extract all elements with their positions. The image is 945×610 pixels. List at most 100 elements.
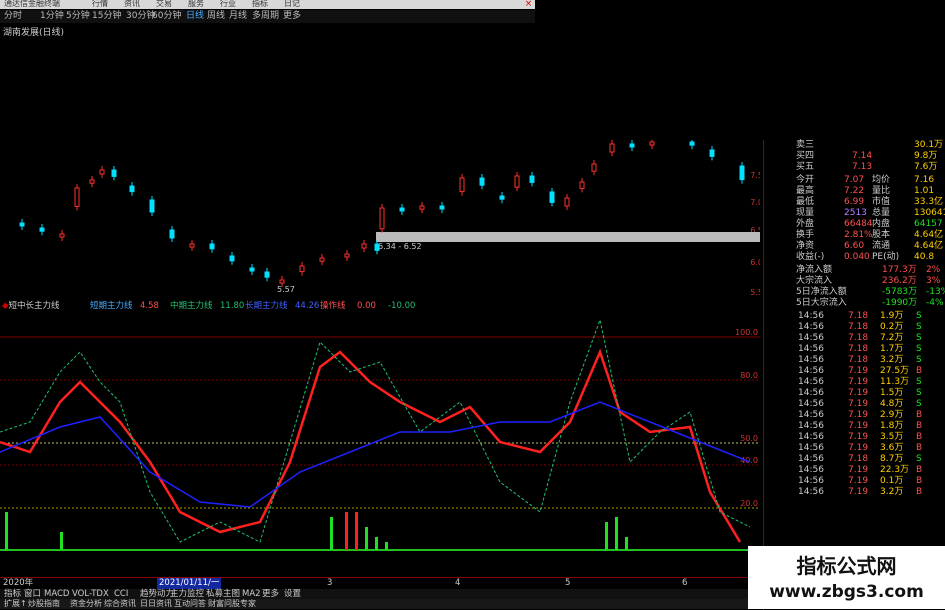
candle-body: [479, 177, 485, 186]
period-tab[interactable]: 5分钟: [66, 11, 90, 22]
tick-row: 14:56 7.19 0.1万 B: [764, 476, 945, 487]
price-y-tick: 7.50: [750, 171, 760, 180]
short-label: 短期主力线: [90, 301, 133, 311]
stat-row: 现量 2513 总量 130641: [764, 208, 945, 219]
period-tab[interactable]: 日线: [186, 11, 204, 22]
tick-volume: 3.2万: [880, 355, 904, 365]
menu-bar: 通达信金融终端 行情 资讯 交易 服务 行业 指标 日记: [0, 0, 535, 9]
indicator-tab[interactable]: 私募主图: [206, 589, 240, 599]
info-tab[interactable]: 日日资讯: [140, 599, 172, 609]
candle-body: [361, 243, 367, 249]
tick-price: 7.19: [848, 366, 869, 376]
period-tab[interactable]: 更多: [283, 11, 301, 22]
info-tab[interactable]: 扩展↑: [4, 599, 27, 609]
candle-body: [74, 187, 80, 207]
candle-body: [129, 185, 135, 193]
stat-row: 最高 7.22 量比 1.01: [764, 186, 945, 197]
tick-direction: S: [916, 377, 922, 387]
close-icon[interactable]: ×: [522, 0, 535, 9]
candle-body: [591, 163, 597, 172]
candle-body: [499, 195, 505, 200]
candle-body: [19, 222, 25, 227]
tick-row: 14:56 7.18 0.2万 S: [764, 322, 945, 333]
indicator-tab[interactable]: 更多: [262, 589, 279, 599]
menu-item[interactable]: 通达信金融终端: [4, 0, 60, 8]
tick-direction: B: [916, 443, 923, 453]
stat-row: 换手 2.81% 股本 4.64亿: [764, 230, 945, 241]
menu-item[interactable]: 行情: [92, 0, 108, 8]
signal-bar: [5, 512, 8, 550]
info-tab[interactable]: 财富问股专家: [208, 599, 256, 609]
tick-row: 14:56 7.19 2.9万 B: [764, 410, 945, 421]
tick-direction: S: [916, 311, 922, 321]
stat-label: 均价: [872, 175, 891, 185]
period-tab[interactable]: 多周期: [252, 11, 279, 22]
tick-volume: 8.7万: [880, 454, 904, 464]
month-label: 6: [682, 578, 688, 588]
signal-bar: [375, 537, 378, 550]
candle-body: [99, 169, 105, 175]
tick-direction: B: [916, 366, 923, 376]
tick-time: 14:56: [798, 454, 824, 464]
info-tabs: 扩展↑ 炒股指南 资金分析 综合资讯 日日资讯 互动问答 财富问股专家: [0, 599, 760, 609]
tick-volume: 0.2万: [880, 322, 904, 332]
menu-item[interactable]: 服务: [188, 0, 204, 8]
rise-label: 操作线: [320, 301, 346, 311]
candle-body: [264, 271, 270, 278]
price-y-tick: 5.50: [750, 288, 760, 297]
candle-body: [399, 207, 405, 212]
info-tab[interactable]: 综合资讯: [104, 599, 136, 609]
period-tab[interactable]: 1分钟: [40, 11, 64, 22]
period-tab[interactable]: 分时: [4, 11, 22, 22]
menu-item[interactable]: 指标: [252, 0, 268, 8]
indicator-tab[interactable]: 主力监控: [170, 589, 204, 599]
tick-direction: S: [916, 388, 922, 398]
stock-title: 湖南发展(日线): [3, 28, 65, 38]
tick-volume: 7.2万: [880, 333, 904, 343]
menu-item[interactable]: 交易: [156, 0, 172, 8]
stat-label: 最低: [796, 197, 815, 207]
indicator-name[interactable]: ◆短中长主力线: [2, 300, 60, 312]
period-tab[interactable]: 15分钟: [92, 11, 121, 22]
menu-item[interactable]: 行业: [220, 0, 236, 8]
flow-label: 净流入额: [796, 265, 833, 275]
candle-body: [111, 169, 117, 177]
tick-volume: 2.9万: [880, 410, 904, 420]
watermark-title: 指标公式网: [796, 554, 897, 578]
indicator-tab[interactable]: CCI: [114, 589, 128, 599]
indicator-tab[interactable]: 指标: [4, 589, 21, 599]
stat-value: 66484: [844, 219, 873, 229]
ask-price: 7.13: [852, 162, 873, 172]
indicator-tab[interactable]: VOL-TDX: [72, 589, 109, 599]
candle-body: [319, 257, 325, 262]
period-tab[interactable]: 月线: [229, 11, 247, 22]
tick-time: 14:56: [798, 421, 824, 431]
period-tab[interactable]: 周线: [207, 11, 225, 22]
tick-time: 14:56: [798, 476, 824, 486]
indicator-tab[interactable]: 设置: [284, 589, 301, 599]
info-tab[interactable]: 互动问答: [174, 599, 206, 609]
flow-label: 5日净流入额: [796, 287, 847, 297]
tick-price: 7.18: [848, 344, 869, 354]
indicator-tab[interactable]: 趋势动力: [140, 589, 174, 599]
stat-value: 1.01: [914, 186, 935, 196]
stat-value: 7.07: [844, 175, 865, 185]
indicator-tab[interactable]: MACD: [44, 589, 69, 599]
indicator-tab[interactable]: 窗口: [24, 589, 41, 599]
menu-item[interactable]: 资讯: [124, 0, 140, 8]
indicator-tab[interactable]: MA2: [242, 589, 261, 599]
signal-bar: [345, 512, 348, 550]
info-tab[interactable]: 炒股指南: [28, 599, 60, 609]
tick-price: 7.18: [848, 454, 869, 464]
period-tab[interactable]: 60分钟: [152, 11, 181, 22]
tick-direction: B: [916, 421, 923, 431]
tick-direction: S: [916, 344, 922, 354]
candle-body: [564, 197, 570, 207]
menu-item[interactable]: 日记: [284, 0, 300, 8]
stat-label: 量比: [872, 186, 891, 196]
candle-body: [299, 265, 305, 273]
month-label: 5: [565, 578, 571, 588]
price-chart: 7.507.006.506.005.506.34 - 6.525.57: [19, 140, 760, 297]
info-tab[interactable]: 资金分析: [70, 599, 102, 609]
tick-volume: 4.8万: [880, 399, 904, 409]
